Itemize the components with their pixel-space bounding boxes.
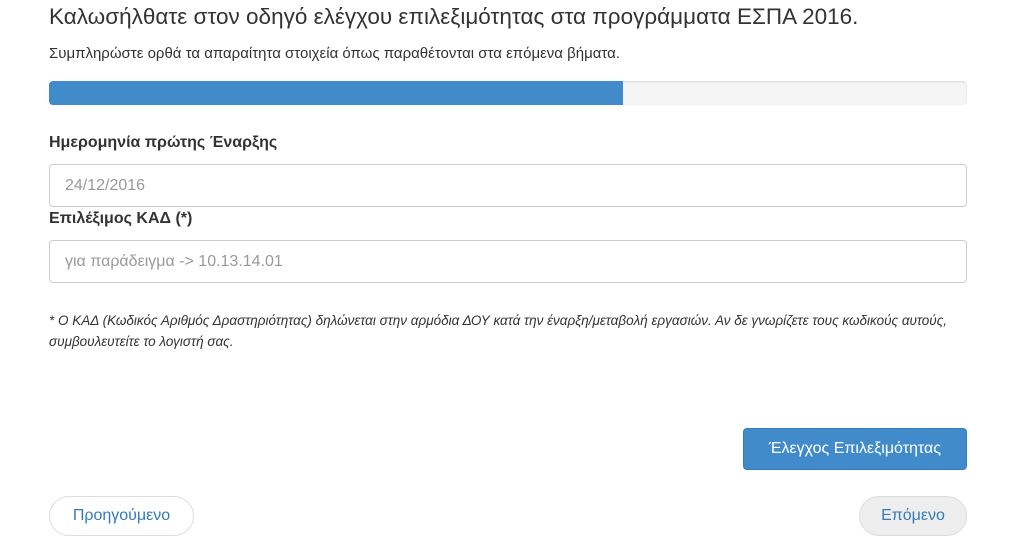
kad-note: * Ο ΚΑΔ (Κωδικός Αριθμός Δραστηριότητας)… [49,313,948,349]
page-subtitle: Συμπληρώστε ορθά τα απαραίτητα στοιχεία … [49,45,620,62]
kad-label: Επιλέξιμος ΚΑΔ (*) [49,210,193,227]
page-title: Καλωσήλθατε στον οδηγό ελέγχου επιλεξιμό… [49,4,859,29]
check-eligibility-button[interactable]: Έλεγχος Επιλεξιμότητας [743,428,967,470]
start-date-input[interactable] [49,164,967,207]
start-date-label: Ημερομηνία πρώτης Έναρξης [49,134,278,151]
progress-bar [49,81,967,105]
next-button[interactable]: Επόμενο [859,496,967,536]
kad-input[interactable] [49,240,967,283]
previous-button[interactable]: Προηγούμενο [49,496,194,536]
progress-fill [49,81,623,105]
